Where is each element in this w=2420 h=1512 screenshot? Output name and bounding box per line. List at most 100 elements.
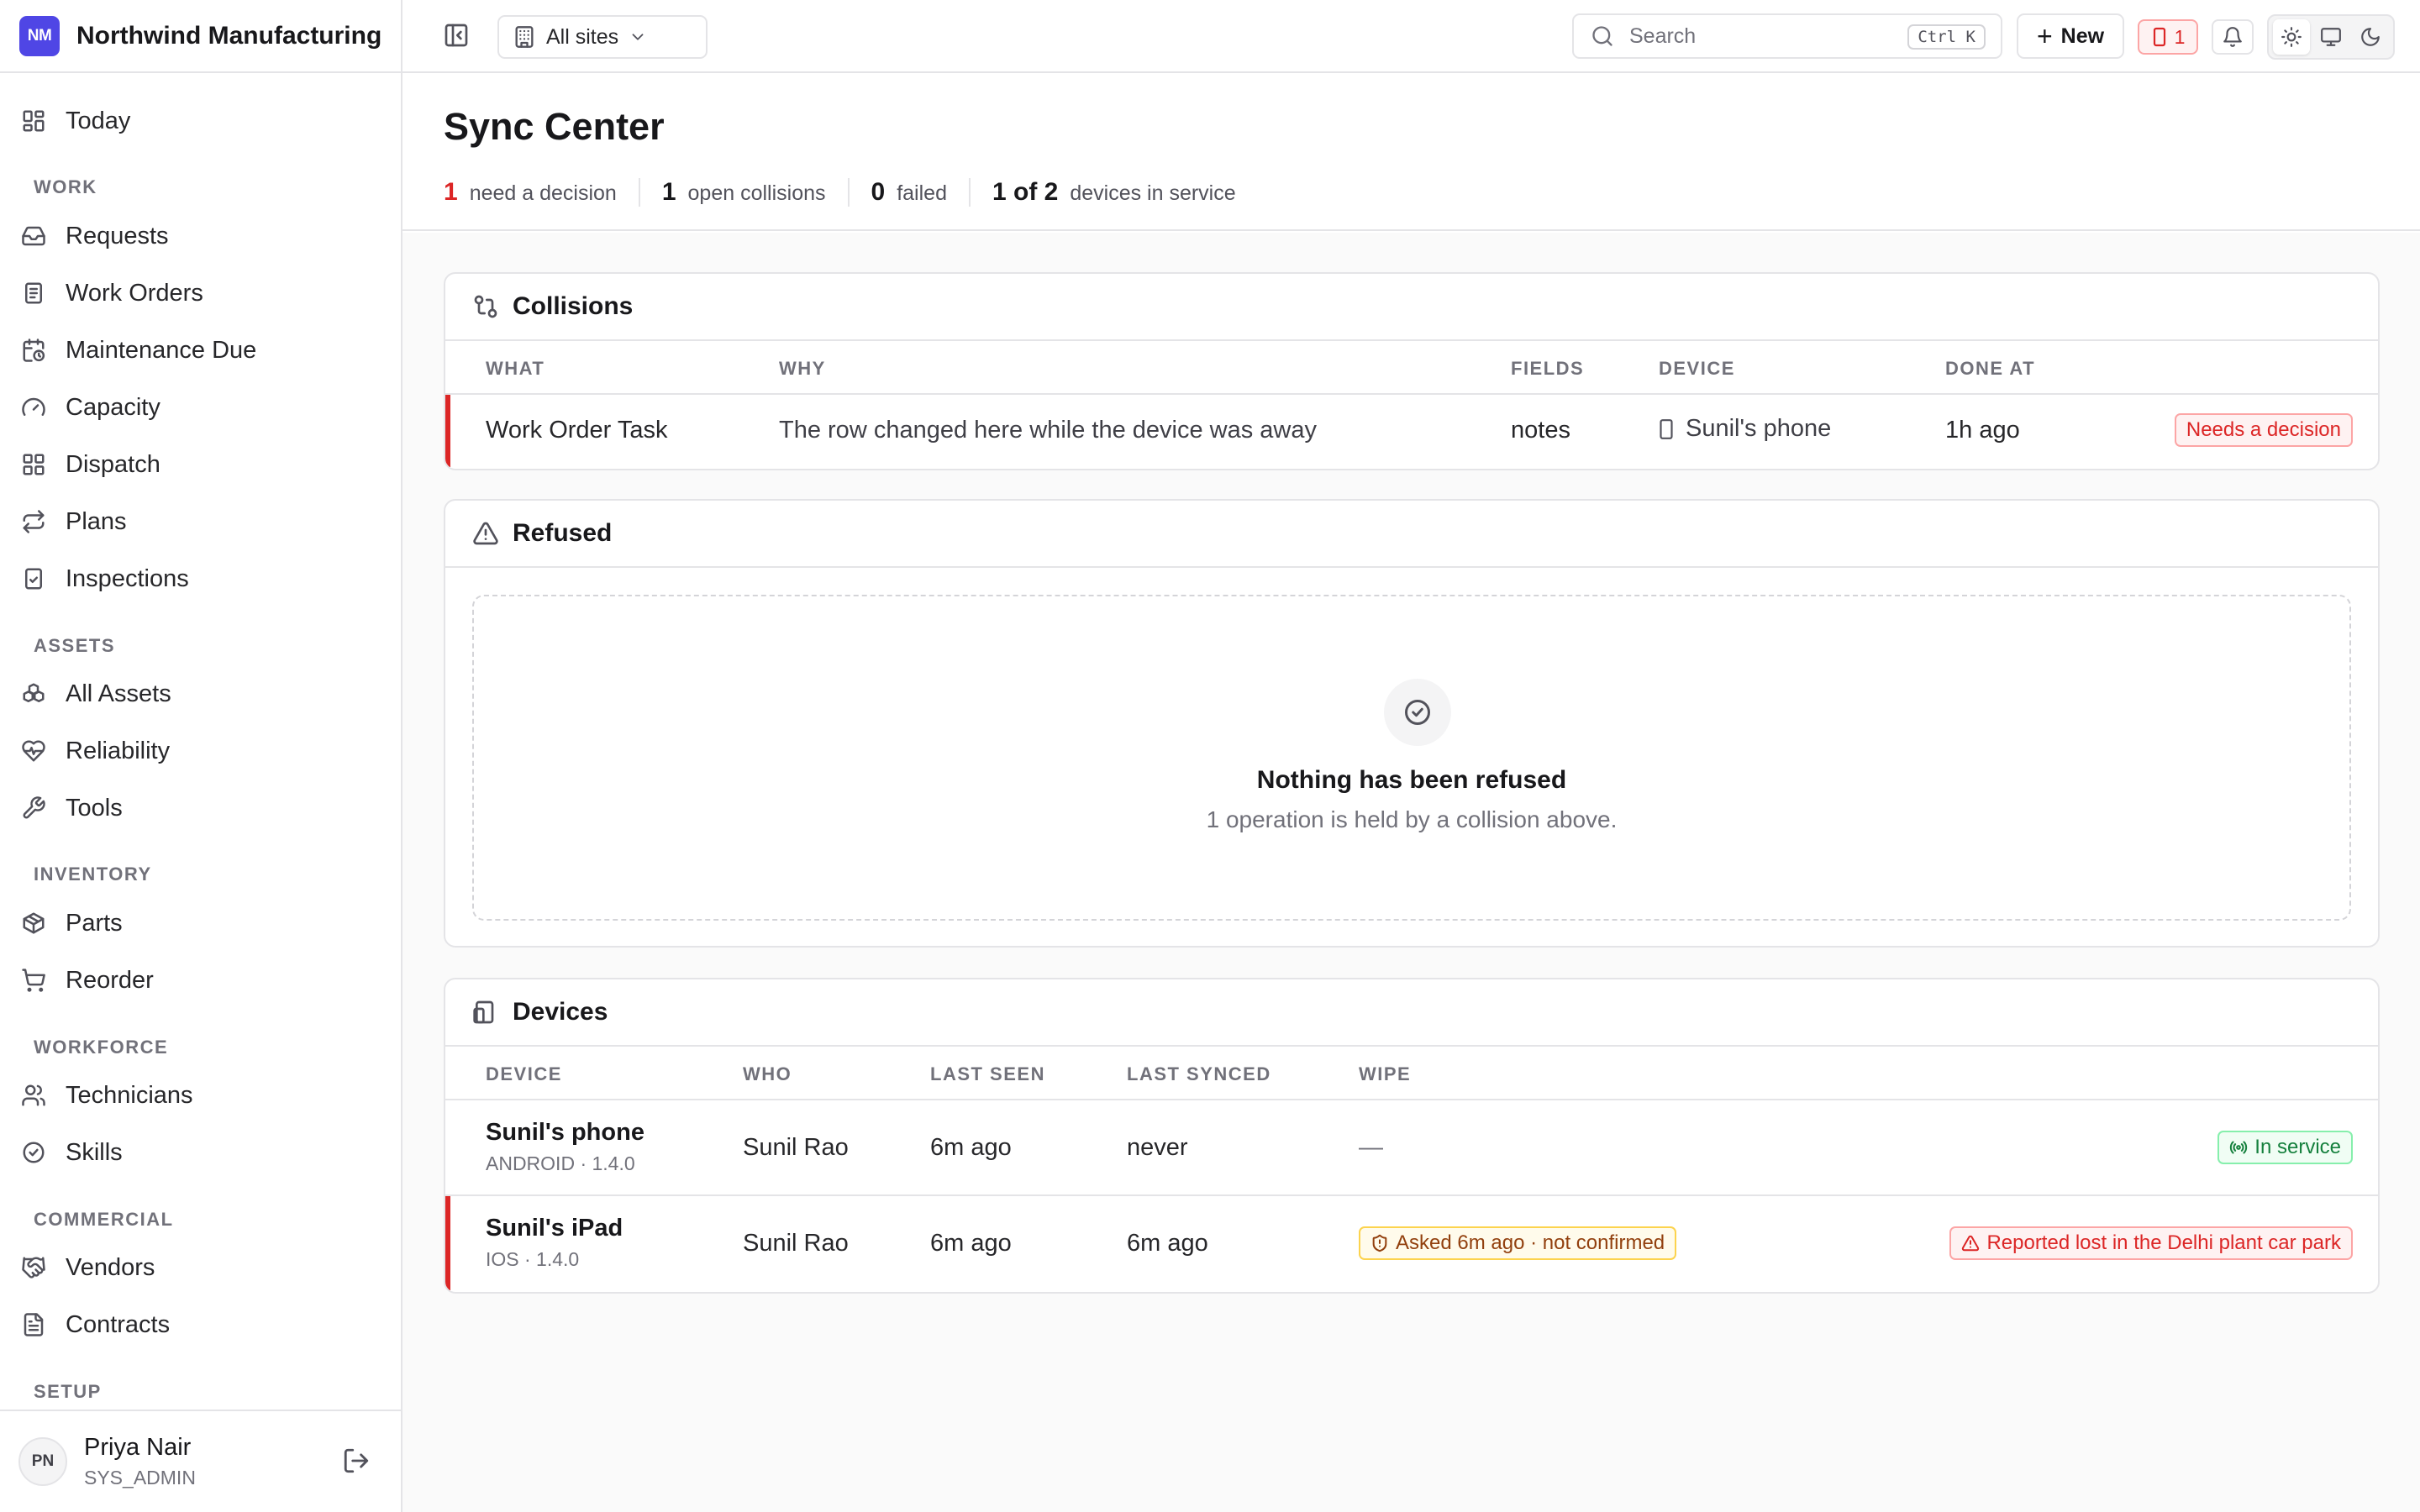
refused-card: Refused Nothing has been refused 1 opera… [444, 499, 2380, 948]
sidebar-item-label: Skills [66, 1138, 123, 1166]
sidebar-item-label: Tools [66, 794, 123, 822]
sidebar-item-vendors[interactable]: Vendors [20, 1244, 381, 1291]
users-icon [20, 1082, 47, 1109]
wipe-status-label: Asked 6m ago · not confirmed [1396, 1231, 1665, 1254]
theme-light-button[interactable] [2273, 19, 2311, 55]
sidebar-item-label: Parts [66, 909, 123, 937]
stat-need-decision: 1 need a decision [444, 178, 640, 207]
sidebar-item-label: Reliability [66, 737, 171, 764]
collisions-header: Collisions [445, 274, 2378, 341]
table-row[interactable]: Work Order Task The row changed here whi… [445, 395, 2378, 467]
alert-triangle-icon [1962, 1235, 1980, 1252]
sidebar-item-capacity[interactable]: Capacity [20, 384, 381, 431]
device-alert-count: 1 [2174, 25, 2186, 48]
nav-section-commercial: COMMERCIAL [34, 1209, 174, 1230]
collision-done-at: 1h ago [1945, 417, 2020, 444]
refused-header: Refused [445, 501, 2378, 568]
new-button[interactable]: + New [2017, 13, 2124, 59]
sidebar-item-label: Capacity [66, 393, 160, 421]
sidebar-item-label: Today [66, 107, 131, 134]
new-button-label: New [2060, 24, 2105, 48]
collisions-title: Collisions [513, 292, 634, 320]
plus-icon: + [2036, 21, 2053, 51]
device-name: Sunil's iPad [486, 1215, 623, 1242]
sidebar-item-requests[interactable]: Requests [20, 213, 381, 260]
nav-section-assets: ASSETS [34, 635, 116, 656]
stat-value: 1 of 2 [992, 178, 1059, 206]
sidebar-item-parts[interactable]: Parts [20, 900, 381, 947]
collisions-table-header: WHAT WHY FIELDS DEVICE DONE AT [445, 341, 2378, 395]
repeat-icon [20, 508, 47, 535]
smartphone-icon [1660, 418, 1673, 439]
collision-device: Sunil's phone [1659, 415, 1831, 443]
gauge-icon [20, 394, 47, 421]
stat-label: open collisions [687, 181, 826, 205]
column-header: DONE AT [1945, 358, 2036, 379]
brand-logo: NM [19, 15, 60, 56]
device-who: Sunil Rao [743, 1230, 849, 1257]
user-profile[interactable]: PN Priya Nair SYS_ADMIN [0, 1410, 401, 1512]
clipboard-check-icon [20, 565, 47, 592]
sidebar-item-reorder[interactable]: Reorder [20, 957, 381, 1004]
collision-why: The row changed here while the device wa… [779, 417, 1317, 444]
sidebar-item-work-orders[interactable]: Work Orders [20, 270, 381, 317]
nav-section-work: WORK [34, 176, 97, 197]
sidebar-item-label: All Assets [66, 680, 171, 707]
check-circle-icon [1384, 679, 1451, 746]
sidebar-item-today[interactable]: Today [20, 97, 381, 144]
site-select[interactable]: All sites [497, 15, 708, 59]
status-badge[interactable]: Reported lost in the Delhi plant car par… [1949, 1226, 2353, 1260]
refused-title: Refused [513, 519, 613, 547]
sidebar-toggle-icon[interactable] [443, 22, 471, 50]
wipe-status-badge[interactable]: Asked 6m ago · not confirmed [1359, 1226, 1677, 1260]
theme-system-button[interactable] [2312, 19, 2349, 55]
brand-name: Northwind Manufacturing [76, 21, 382, 50]
status-badge-label: Reported lost in the Delhi plant car par… [1986, 1231, 2341, 1254]
devices-title: Devices [513, 998, 608, 1026]
brand[interactable]: NM Northwind Manufacturing [0, 0, 401, 73]
sidebar-item-plans[interactable]: Plans [20, 498, 381, 545]
devices-card: Devices DEVICE WHO LAST SEEN LAST SYNCED… [444, 978, 2380, 1294]
table-row[interactable]: Sunil's iPad IOS · 1.4.0 Sunil Rao 6m ag… [445, 1196, 2378, 1290]
status-badge[interactable]: In service [2217, 1131, 2353, 1164]
theme-switcher [2267, 14, 2395, 60]
grid-icon [20, 451, 47, 478]
stat-failed: 0 failed [871, 178, 971, 207]
sidebar-item-dispatch[interactable]: Dispatch [20, 441, 381, 488]
devices-icon [473, 1000, 494, 1024]
notifications-button[interactable] [2212, 19, 2254, 55]
collision-fields: notes [1511, 417, 1570, 444]
main-content: Collisions WHAT WHY FIELDS DEVICE DONE A… [402, 233, 2420, 1512]
stats-bar: 1 need a decision 1 open collisions 0 fa… [444, 176, 1280, 209]
smartphone-icon [2153, 27, 2165, 47]
boxes-icon [20, 680, 47, 707]
stat-value: 1 [444, 178, 458, 206]
logout-icon[interactable] [342, 1446, 371, 1475]
sidebar-item-technicians[interactable]: Technicians [20, 1072, 381, 1119]
badge-check-icon [20, 1139, 47, 1166]
sidebar-item-maintenance-due[interactable]: Maintenance Due [20, 327, 381, 374]
device-last-seen: 6m ago [930, 1134, 1012, 1161]
sidebar-item-skills[interactable]: Skills [20, 1129, 381, 1176]
table-row[interactable]: Sunil's phone ANDROID · 1.4.0 Sunil Rao … [445, 1100, 2378, 1196]
column-header: WIPE [1359, 1063, 1412, 1084]
sidebar-item-all-assets[interactable]: All Assets [20, 670, 381, 717]
empty-state-title: Nothing has been refused [1256, 766, 1567, 794]
calendar-clock-icon [20, 337, 47, 364]
sidebar-item-tools[interactable]: Tools [20, 785, 381, 832]
device-alert-badge[interactable]: 1 [2138, 19, 2198, 55]
status-badge[interactable]: Needs a decision [2174, 413, 2353, 447]
device-last-seen: 6m ago [930, 1230, 1012, 1257]
sidebar-item-reliability[interactable]: Reliability [20, 727, 381, 774]
user-name: Priya Nair [84, 1434, 192, 1461]
search-input[interactable]: Search Ctrl K [1572, 13, 2002, 59]
theme-dark-button[interactable] [2352, 19, 2389, 55]
devices-table-header: DEVICE WHO LAST SEEN LAST SYNCED WIPE [445, 1047, 2378, 1100]
sidebar-item-inspections[interactable]: Inspections [20, 555, 381, 602]
stat-value: 1 [661, 178, 676, 206]
device-last-synced: 6m ago [1127, 1230, 1208, 1257]
sidebar-item-contracts[interactable]: Contracts [20, 1301, 381, 1348]
collisions-card: Collisions WHAT WHY FIELDS DEVICE DONE A… [444, 272, 2380, 470]
git-compare-icon [474, 295, 497, 318]
empty-state: Nothing has been refused 1 operation is … [472, 595, 2351, 921]
